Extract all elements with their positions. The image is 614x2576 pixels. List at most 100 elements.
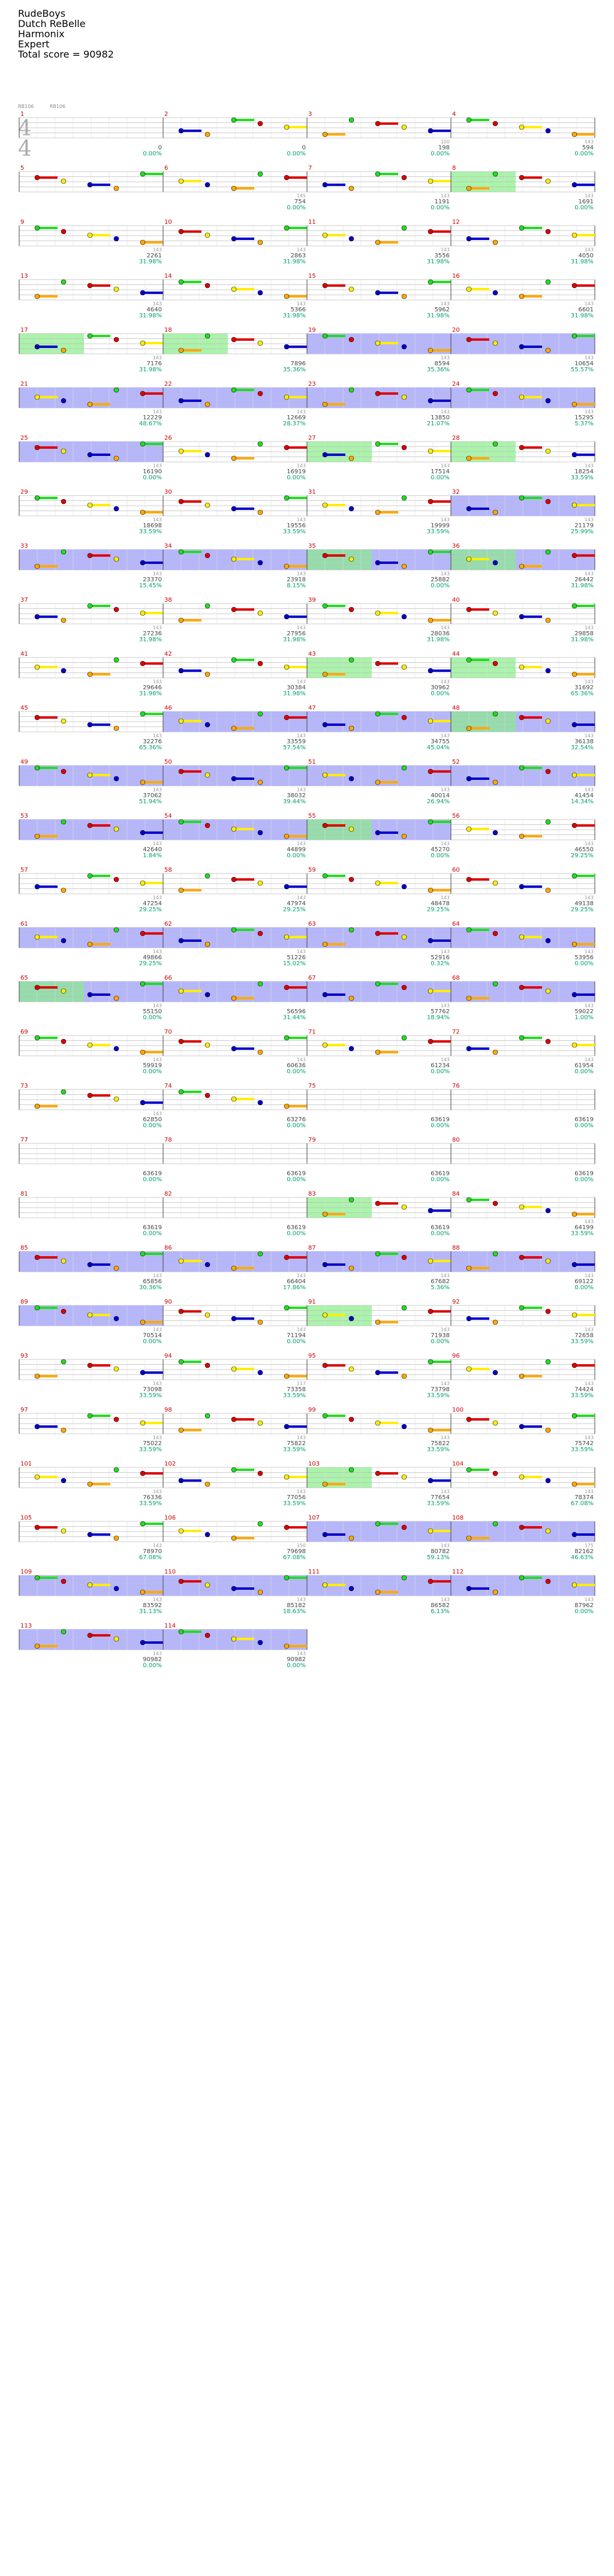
measure-percent: 0.00% <box>143 1230 162 1237</box>
measure-number: 73 <box>20 1083 28 1089</box>
sustain-tail <box>90 993 110 996</box>
note-gem <box>284 344 290 350</box>
note-gem <box>87 283 93 289</box>
measure-score: 65856 <box>143 1278 162 1285</box>
note-count: 143 <box>297 1489 306 1494</box>
note-gem <box>140 1420 146 1426</box>
sustain-tail <box>287 1037 307 1039</box>
measure-number: 38 <box>164 597 172 604</box>
note-gem <box>428 768 434 774</box>
sustain-tail <box>325 184 345 186</box>
note-count: 143 <box>153 679 162 684</box>
note-count: 143 <box>153 355 162 361</box>
note-gem <box>571 1362 577 1368</box>
measure-number: 103 <box>308 1461 320 1467</box>
sustain-tail <box>325 403 345 406</box>
measure-score: 44899 <box>287 846 306 853</box>
note-count: 143 <box>297 1435 306 1440</box>
solo-region <box>307 1467 372 1488</box>
sustain-tail <box>181 939 201 942</box>
note-gem <box>231 995 237 1001</box>
measure-score: 73358 <box>287 1386 306 1393</box>
note-gem <box>348 876 354 882</box>
sustain-tail <box>574 184 595 186</box>
note-gem <box>571 1532 577 1538</box>
sustain-tail <box>378 1523 398 1525</box>
measure-score: 63619 <box>431 1116 450 1123</box>
note-gem <box>284 1254 290 1260</box>
measure-score: 12229 <box>143 415 162 421</box>
note-gem <box>61 988 67 994</box>
note-gem <box>492 509 498 515</box>
solo-region <box>307 550 372 570</box>
note-gem <box>545 1478 551 1484</box>
sustain-tail <box>522 1206 542 1208</box>
note-gem <box>178 448 184 454</box>
note-count: 143 <box>297 1327 306 1332</box>
sustain-tail <box>522 936 542 938</box>
note-gem <box>113 1416 119 1422</box>
note-gem <box>231 236 237 242</box>
sustain-tail <box>234 558 254 560</box>
measure-percent: 45.04% <box>427 744 450 751</box>
note-gem <box>140 1319 146 1325</box>
sustain-tail <box>181 130 201 132</box>
measure-percent: 0.00% <box>287 1662 306 1669</box>
note-gem <box>375 391 381 397</box>
measure-score: 19999 <box>431 523 450 529</box>
sustain-tail <box>287 1425 307 1428</box>
overdrive-region <box>451 334 595 354</box>
note-gem <box>204 1262 210 1268</box>
note-count: 143 <box>153 247 162 253</box>
note-gem <box>466 1416 472 1422</box>
overdrive-region <box>451 1521 595 1542</box>
note-gem <box>375 509 381 515</box>
sustain-tail <box>325 454 345 456</box>
measure-score: 29858 <box>574 631 594 637</box>
sustain-tail <box>378 831 398 834</box>
overdrive-region <box>451 388 595 408</box>
note-gem <box>519 124 525 130</box>
sustain-tail <box>522 986 542 989</box>
measure-percent: 65.36% <box>139 744 162 751</box>
measure-percent: 0.00% <box>143 1176 162 1183</box>
note-gem <box>257 1049 263 1055</box>
note-gem <box>61 1089 67 1095</box>
measure-percent: 31.98% <box>571 313 594 319</box>
sustain-tail <box>522 446 542 449</box>
overdrive-region <box>307 927 451 948</box>
sustain-tail <box>90 824 110 827</box>
note-count: 143 <box>297 1057 306 1062</box>
measure-score: 31692 <box>574 684 594 691</box>
note-gem <box>204 452 210 458</box>
note-count: 145 <box>297 193 306 199</box>
measure-percent: 0.00% <box>287 1176 306 1183</box>
sustain-tail <box>574 875 595 877</box>
sustain-tail <box>143 983 163 985</box>
sustain-tail <box>143 1253 163 1255</box>
sustain-tail <box>37 497 58 499</box>
sustain-tail <box>574 1044 595 1046</box>
note-gem <box>322 1481 328 1487</box>
note-gem <box>284 394 290 400</box>
note-count: 143 <box>585 679 594 684</box>
overdrive-region <box>163 550 307 570</box>
note-count: 150 <box>297 1543 306 1548</box>
measure-score: 80782 <box>431 1548 450 1555</box>
note-gem <box>492 779 498 785</box>
note-gem <box>428 1578 434 1584</box>
measure-number: 25 <box>20 435 28 442</box>
note-gem <box>204 873 210 879</box>
measure-percent: 33.59% <box>139 529 162 535</box>
note-gem <box>257 610 263 616</box>
note-gem <box>87 182 93 188</box>
note-gem <box>322 1413 328 1419</box>
measure-score: 16190 <box>143 469 162 475</box>
note-gem <box>322 401 328 407</box>
sustain-tail <box>234 878 254 881</box>
measure-percent: 0.00% <box>287 1230 306 1237</box>
note-gem <box>375 930 381 936</box>
note-gem <box>348 776 354 782</box>
note-count: 143 <box>585 247 594 253</box>
sustain-tail <box>522 176 542 179</box>
